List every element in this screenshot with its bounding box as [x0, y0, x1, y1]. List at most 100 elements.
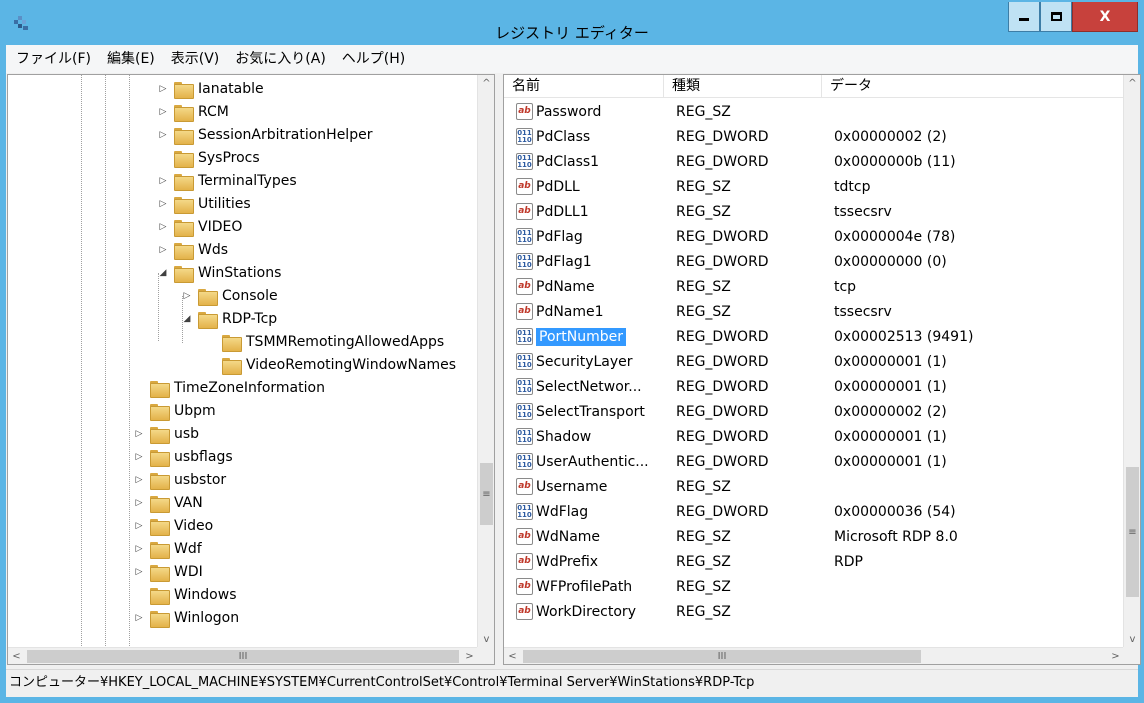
expand-icon[interactable]: ▷ — [156, 197, 170, 211]
list-scroll-up-button[interactable]: ^ — [1124, 75, 1140, 92]
tree-node[interactable]: ◢ WinStations — [156, 261, 281, 284]
tree-scroll-right-button[interactable]: > — [461, 648, 478, 664]
tree-node[interactable]: SysProcs — [156, 146, 260, 169]
menu-favorites[interactable]: お気に入り(A) — [227, 45, 334, 73]
list-row[interactable]: 011 110 SelectNetwor... REG_DWORD 0x00000001… — [504, 374, 947, 399]
list-row[interactable]: ab Username REG_SZ — [504, 474, 834, 499]
tree-vertical-scrollbar[interactable]: ^ ≡ v — [477, 75, 494, 648]
grip-icon: III — [717, 651, 727, 662]
value-list-pane[interactable]: 名前 種類 データ ab Password REG_SZ 011 110 PdClass R… — [503, 74, 1141, 665]
expand-icon[interactable]: ▷ — [132, 450, 146, 464]
tree-node[interactable]: ▷ TerminalTypes — [156, 169, 297, 192]
key-tree-pane[interactable]: ▷ Ianatable ▷ RCM ▷ SessionArbitrationHelper S… — [7, 74, 495, 665]
tree-hscroll-thumb[interactable]: III — [27, 650, 459, 663]
tree-node[interactable]: ▷ usbflags — [132, 445, 233, 468]
tree-horizontal-scrollbar[interactable]: < III > — [8, 647, 478, 664]
list-scroll-left-button[interactable]: < — [504, 648, 521, 664]
value-name-cell: ab WorkDirectory — [504, 603, 664, 620]
maximize-button[interactable] — [1040, 2, 1072, 32]
value-name-cell: 011 110 WdFlag — [504, 503, 664, 520]
tree-node[interactable]: ▷ Wds — [156, 238, 228, 261]
menu-file[interactable]: ファイル(F) — [8, 45, 99, 73]
list-row[interactable]: ab WdName REG_SZ Microsoft RDP 8.0 — [504, 524, 958, 549]
close-button[interactable]: X — [1072, 2, 1138, 32]
expand-icon[interactable]: ▷ — [132, 473, 146, 487]
collapse-icon[interactable]: ◢ — [180, 312, 194, 326]
expand-icon[interactable]: ▷ — [132, 427, 146, 441]
expand-icon[interactable]: ▷ — [156, 128, 170, 142]
list-row[interactable]: ab PdName REG_SZ tcp — [504, 274, 856, 299]
list-row[interactable]: 011 110 PdClass1 REG_DWORD 0x0000000b (11) — [504, 149, 956, 174]
list-row[interactable]: 011 110 PdClass REG_DWORD 0x00000002 (2) — [504, 124, 947, 149]
column-header-data[interactable]: データ — [822, 75, 1125, 98]
tree-node[interactable]: Windows — [132, 583, 237, 606]
tree-node[interactable]: TSMMRemotingAllowedApps — [204, 330, 444, 353]
expand-icon[interactable]: ▷ — [132, 519, 146, 533]
expand-icon[interactable]: ▷ — [156, 243, 170, 257]
expand-icon[interactable]: ▷ — [156, 105, 170, 119]
tree-node[interactable]: ▷ WDI — [132, 560, 203, 583]
list-scroll-right-button[interactable]: > — [1107, 648, 1124, 664]
list-row[interactable]: 011 110 PdFlag REG_DWORD 0x0000004e (78) — [504, 224, 955, 249]
expand-icon[interactable]: ▷ — [156, 82, 170, 96]
list-row[interactable]: 011 110 WdFlag REG_DWORD 0x00000036 (54) — [504, 499, 956, 524]
list-row[interactable]: ab WorkDirectory REG_SZ — [504, 599, 834, 624]
value-name-cell: ab PdName1 — [504, 303, 664, 320]
pane-splitter[interactable] — [496, 74, 502, 665]
tree-node[interactable]: ▷ Video — [132, 514, 213, 537]
column-header-type[interactable]: 種類 — [664, 75, 822, 98]
column-header-name[interactable]: 名前 — [504, 75, 664, 98]
tree-node[interactable]: TimeZoneInformation — [132, 376, 325, 399]
tree-node[interactable]: ▷ RCM — [156, 100, 229, 123]
tree-node[interactable]: ◢ RDP-Tcp — [180, 307, 277, 330]
tree-node[interactable]: ▷ Utilities — [156, 192, 251, 215]
list-row[interactable]: ab PdName1 REG_SZ tssecsrv — [504, 299, 892, 324]
tree-scroll-up-button[interactable]: ^ — [478, 75, 494, 92]
minimize-button[interactable] — [1008, 2, 1040, 32]
list-scroll-down-button[interactable]: v — [1124, 631, 1140, 648]
tree-node[interactable]: ▷ SessionArbitrationHelper — [156, 123, 372, 146]
list-row[interactable]: ab PdDLL REG_SZ tdtcp — [504, 174, 870, 199]
expand-icon[interactable]: ▷ — [132, 496, 146, 510]
restore-icon — [1050, 12, 1062, 21]
tree-node[interactable]: VideoRemotingWindowNames — [204, 353, 456, 376]
list-row[interactable]: 011 110 SelectTransport REG_DWORD 0x00000002… — [504, 399, 947, 424]
menu-view[interactable]: 表示(V) — [163, 45, 228, 73]
tree-scroll-thumb[interactable]: ≡ — [480, 463, 493, 525]
tree-node[interactable]: ▷ usb — [132, 422, 199, 445]
list-vertical-scrollbar[interactable]: ^ ≡ v — [1123, 75, 1140, 648]
list-row[interactable]: 011 110 UserAuthentic... REG_DWORD 0x0000000… — [504, 449, 947, 474]
list-row[interactable]: 011 110 Shadow REG_DWORD 0x00000001 (1) — [504, 424, 947, 449]
tree-node[interactable]: ▷ VIDEO — [156, 215, 242, 238]
expand-icon[interactable]: ▷ — [132, 565, 146, 579]
list-hscroll-thumb[interactable]: III — [523, 650, 921, 663]
expand-icon[interactable]: ▷ — [132, 611, 146, 625]
list-row[interactable]: 011 110 PortNumber REG_DWORD 0x00002513 (949… — [504, 324, 973, 349]
list-row[interactable]: 011 110 SecurityLayer REG_DWORD 0x00000001 (… — [504, 349, 947, 374]
expand-icon[interactable]: ▷ — [132, 542, 146, 556]
expand-icon[interactable]: ▷ — [156, 220, 170, 234]
menu-help[interactable]: ヘルプ(H) — [334, 45, 413, 73]
tree-scroll-down-button[interactable]: v — [478, 631, 494, 648]
list-horizontal-scrollbar[interactable]: < III > — [504, 647, 1124, 664]
list-row[interactable]: 011 110 PdFlag1 REG_DWORD 0x00000000 (0) — [504, 249, 947, 274]
title-bar[interactable]: レジストリ エディター X — [0, 0, 1144, 45]
tree-node[interactable]: ▷ usbstor — [132, 468, 226, 491]
list-row[interactable]: ab Password REG_SZ — [504, 99, 834, 124]
expand-icon[interactable]: ▷ — [180, 289, 194, 303]
expand-icon[interactable]: ▷ — [156, 174, 170, 188]
tree-node[interactable]: ▷ Console — [180, 284, 278, 307]
list-row[interactable]: ab WFProfilePath REG_SZ — [504, 574, 834, 599]
tree-node[interactable]: Ubpm — [132, 399, 216, 422]
list-row[interactable]: ab PdDLL1 REG_SZ tssecsrv — [504, 199, 892, 224]
list-scroll-thumb[interactable]: ≡ — [1126, 467, 1139, 597]
tree-node[interactable]: ▷ Winlogon — [132, 606, 239, 629]
tree-node[interactable]: ▷ VAN — [132, 491, 203, 514]
tree-scroll-left-button[interactable]: < — [8, 648, 25, 664]
menu-edit[interactable]: 編集(E) — [99, 45, 163, 73]
tree-node[interactable]: ▷ Wdf — [132, 537, 202, 560]
collapse-icon[interactable]: ◢ — [156, 266, 170, 280]
value-name-cell: ab Username — [504, 478, 664, 495]
tree-node[interactable]: ▷ Ianatable — [156, 77, 264, 100]
list-row[interactable]: ab WdPrefix REG_SZ RDP — [504, 549, 863, 574]
